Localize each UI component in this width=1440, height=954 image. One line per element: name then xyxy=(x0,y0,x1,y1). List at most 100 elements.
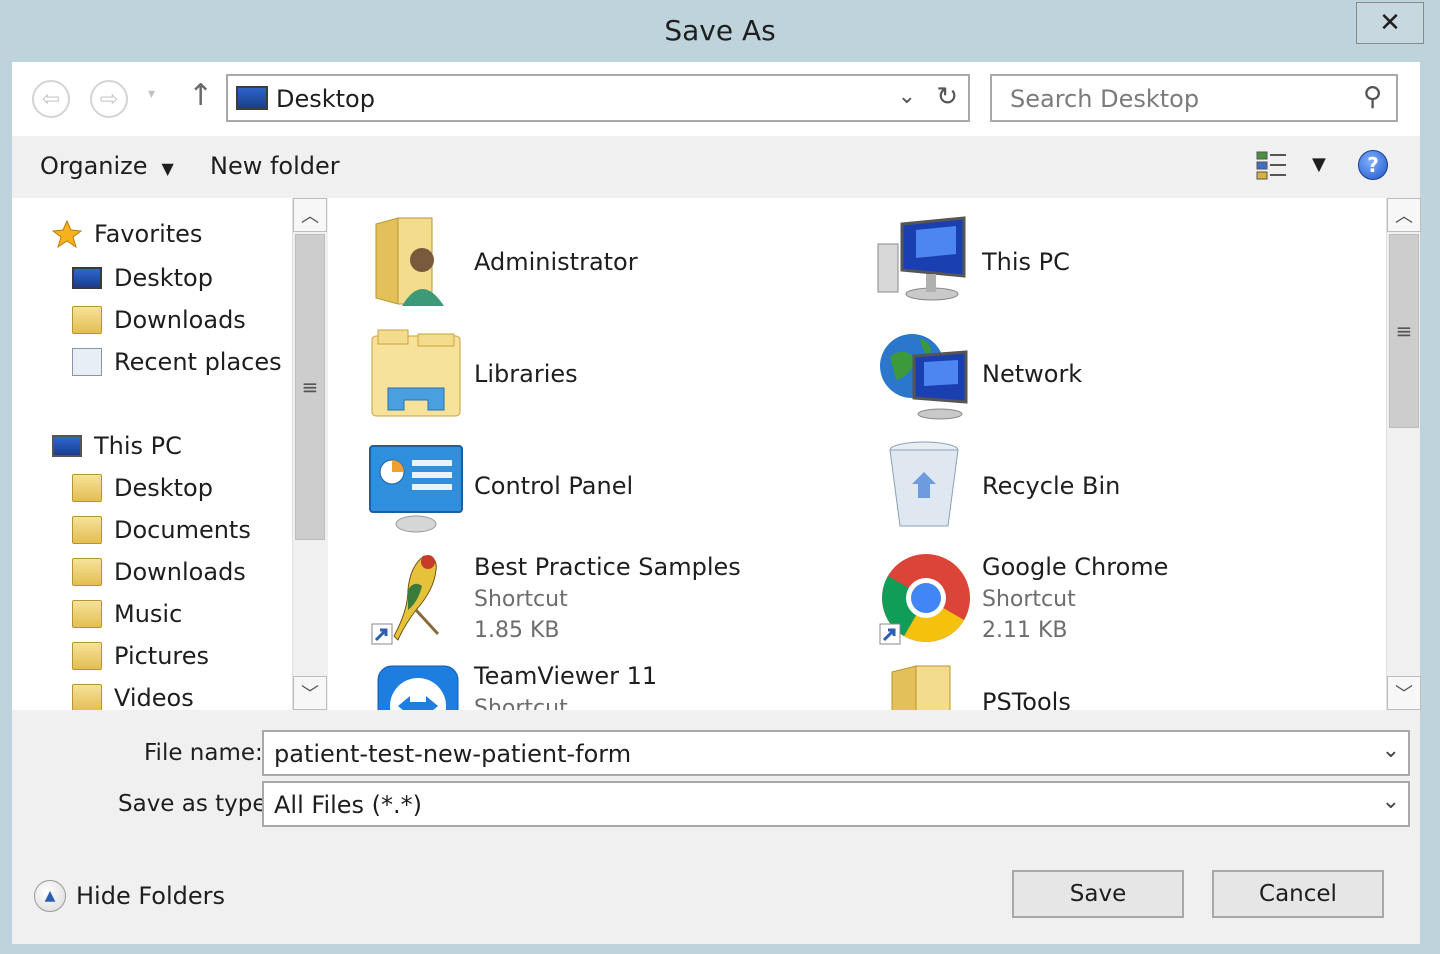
hide-folders-label: Hide Folders xyxy=(76,882,226,910)
file-text: Libraries xyxy=(474,360,578,388)
file-name: Libraries xyxy=(474,360,578,388)
file-name: This PC xyxy=(982,248,1070,276)
file-text: Recycle Bin xyxy=(982,472,1120,500)
list-item-teamviewer[interactable]: TeamViewer 11 Shortcut xyxy=(368,662,657,710)
tree-item-label: Desktop xyxy=(114,264,213,292)
tree-item-favorites-downloads[interactable]: Downloads xyxy=(72,306,246,334)
organize-button[interactable]: Organize ▼ xyxy=(40,152,174,180)
file-size: 2.11 KB xyxy=(982,618,1068,643)
tree-item-label: Music xyxy=(114,600,183,628)
documents-folder-icon xyxy=(72,516,102,544)
address-text: Desktop xyxy=(276,85,375,113)
file-name: PSTools xyxy=(982,688,1071,710)
file-text: This PC xyxy=(982,248,1070,276)
view-options-dropdown[interactable]: ▼ xyxy=(1312,154,1326,175)
scrollbar-thumb[interactable]: ≡ xyxy=(1389,234,1419,428)
file-name: Google Chrome xyxy=(982,553,1169,581)
downloads-folder-icon xyxy=(72,558,102,586)
scroll-down-button[interactable]: ﹀ xyxy=(1387,676,1421,710)
cancel-button[interactable]: Cancel xyxy=(1212,870,1384,918)
help-icon[interactable]: ? xyxy=(1358,150,1388,180)
desktop-icon xyxy=(236,86,268,110)
new-folder-button[interactable]: New folder xyxy=(210,152,340,180)
file-name-field[interactable]: patient-test-new-patient-form ⌄ xyxy=(262,730,1410,776)
list-item-administrator[interactable]: Administrator xyxy=(368,214,638,310)
caret-down-icon: ▼ xyxy=(161,159,174,178)
recent-locations-dropdown[interactable]: ▾ xyxy=(148,86,155,102)
file-list-pane: Administrator This PC Libraries Network … xyxy=(328,198,1386,710)
file-type: Shortcut xyxy=(474,587,568,612)
tree-item-videos[interactable]: Videos xyxy=(72,684,194,710)
list-item-google-chrome[interactable]: Google Chrome Shortcut 2.11 KB xyxy=(876,550,1168,646)
file-name-value: patient-test-new-patient-form xyxy=(274,740,632,768)
recent-places-icon xyxy=(72,348,102,376)
list-item-recycle-bin[interactable]: Recycle Bin xyxy=(876,438,1120,534)
scroll-down-button[interactable]: ﹀ xyxy=(293,676,327,710)
file-text: Best Practice Samples Shortcut 1.85 KB xyxy=(474,553,741,643)
scrollbar-thumb[interactable]: ≡ xyxy=(295,234,325,540)
file-text: Google Chrome Shortcut 2.11 KB xyxy=(982,553,1168,643)
tree-item-label: Documents xyxy=(114,516,251,544)
dialog-title: Save As xyxy=(664,14,776,47)
refresh-icon[interactable]: ↻ xyxy=(936,82,958,112)
pictures-folder-icon xyxy=(72,642,102,670)
desktop-icon xyxy=(72,267,102,289)
list-item-control-panel[interactable]: Control Panel xyxy=(368,438,633,534)
search-icon[interactable]: ⚲ xyxy=(1363,82,1382,112)
list-item-this-pc[interactable]: This PC xyxy=(876,214,1070,310)
tree-item-music[interactable]: Music xyxy=(72,600,182,628)
tree-item-label: Videos xyxy=(114,684,194,710)
file-text: Network xyxy=(982,360,1082,388)
desktop-folder-icon xyxy=(72,474,102,502)
recycle-bin-icon xyxy=(876,438,972,534)
address-history-chevron-icon[interactable]: ⌄ xyxy=(898,84,916,109)
navigation-pane-scrollbar[interactable]: ︿ ≡ ﹀ xyxy=(292,198,327,710)
command-bar: Organize ▼ New folder ▼ ? xyxy=(12,136,1420,198)
forward-button[interactable]: ⇨ xyxy=(90,80,128,118)
list-item-pstools[interactable]: PSTools xyxy=(876,662,1071,710)
title-bar: Save As ✕ xyxy=(0,0,1440,62)
tree-item-label: Recent places xyxy=(114,348,282,376)
teamviewer-shortcut-icon xyxy=(368,662,464,710)
list-item-libraries[interactable]: Libraries xyxy=(368,326,578,422)
tree-item-pc-desktop[interactable]: Desktop xyxy=(72,474,213,502)
save-button[interactable]: Save xyxy=(1012,870,1184,918)
close-button[interactable]: ✕ xyxy=(1356,2,1424,44)
tree-item-label: Pictures xyxy=(114,642,210,670)
tree-item-documents[interactable]: Documents xyxy=(72,516,251,544)
search-input[interactable]: Search Desktop ⚲ xyxy=(990,74,1398,122)
tree-item-recent-places[interactable]: Recent places xyxy=(72,348,282,376)
scroll-up-button[interactable]: ︿ xyxy=(293,198,327,232)
file-pane-scrollbar[interactable]: ︿ ≡ ﹀ xyxy=(1386,198,1421,710)
list-item-network[interactable]: Network xyxy=(876,326,1082,422)
save-as-type-value: All Files (*.*) xyxy=(274,791,423,819)
chevron-down-icon[interactable]: ⌄ xyxy=(1382,738,1400,763)
file-text: PSTools xyxy=(982,688,1071,710)
tree-item-label: This PC xyxy=(94,432,182,460)
music-folder-icon xyxy=(72,600,102,628)
hide-folders-button[interactable]: ▲ Hide Folders xyxy=(34,880,225,912)
tree-item-pc-downloads[interactable]: Downloads xyxy=(72,558,246,586)
computer-icon xyxy=(52,435,82,457)
up-button[interactable]: ↑ xyxy=(188,78,213,113)
back-button[interactable]: ⇦ xyxy=(32,80,70,118)
tree-item-this-pc[interactable]: This PC xyxy=(52,432,182,460)
file-text: TeamViewer 11 Shortcut xyxy=(474,662,657,710)
tree-item-favorites-desktop[interactable]: Desktop xyxy=(72,264,213,292)
address-bar[interactable]: Desktop ⌄ ↻ xyxy=(226,74,970,122)
organize-label: Organize xyxy=(40,152,148,180)
file-text: Administrator xyxy=(474,248,638,276)
downloads-folder-icon xyxy=(72,306,102,334)
chevron-down-icon[interactable]: ⌄ xyxy=(1382,789,1400,814)
star-icon xyxy=(51,219,83,249)
navigation-pane: Favorites Desktop Downloads Recent place… xyxy=(12,198,292,710)
list-item-best-practice-samples[interactable]: Best Practice Samples Shortcut 1.85 KB xyxy=(368,550,741,646)
tree-item-pictures[interactable]: Pictures xyxy=(72,642,209,670)
scroll-up-button[interactable]: ︿ xyxy=(1387,198,1421,232)
tree-item-label: Downloads xyxy=(114,558,246,586)
tree-item-favorites[interactable]: Favorites xyxy=(51,219,202,249)
file-name: Control Panel xyxy=(474,472,634,500)
change-view-icon[interactable] xyxy=(1256,150,1288,180)
save-as-type-select[interactable]: All Files (*.*) ⌄ xyxy=(262,781,1410,827)
control-panel-icon xyxy=(368,438,464,534)
